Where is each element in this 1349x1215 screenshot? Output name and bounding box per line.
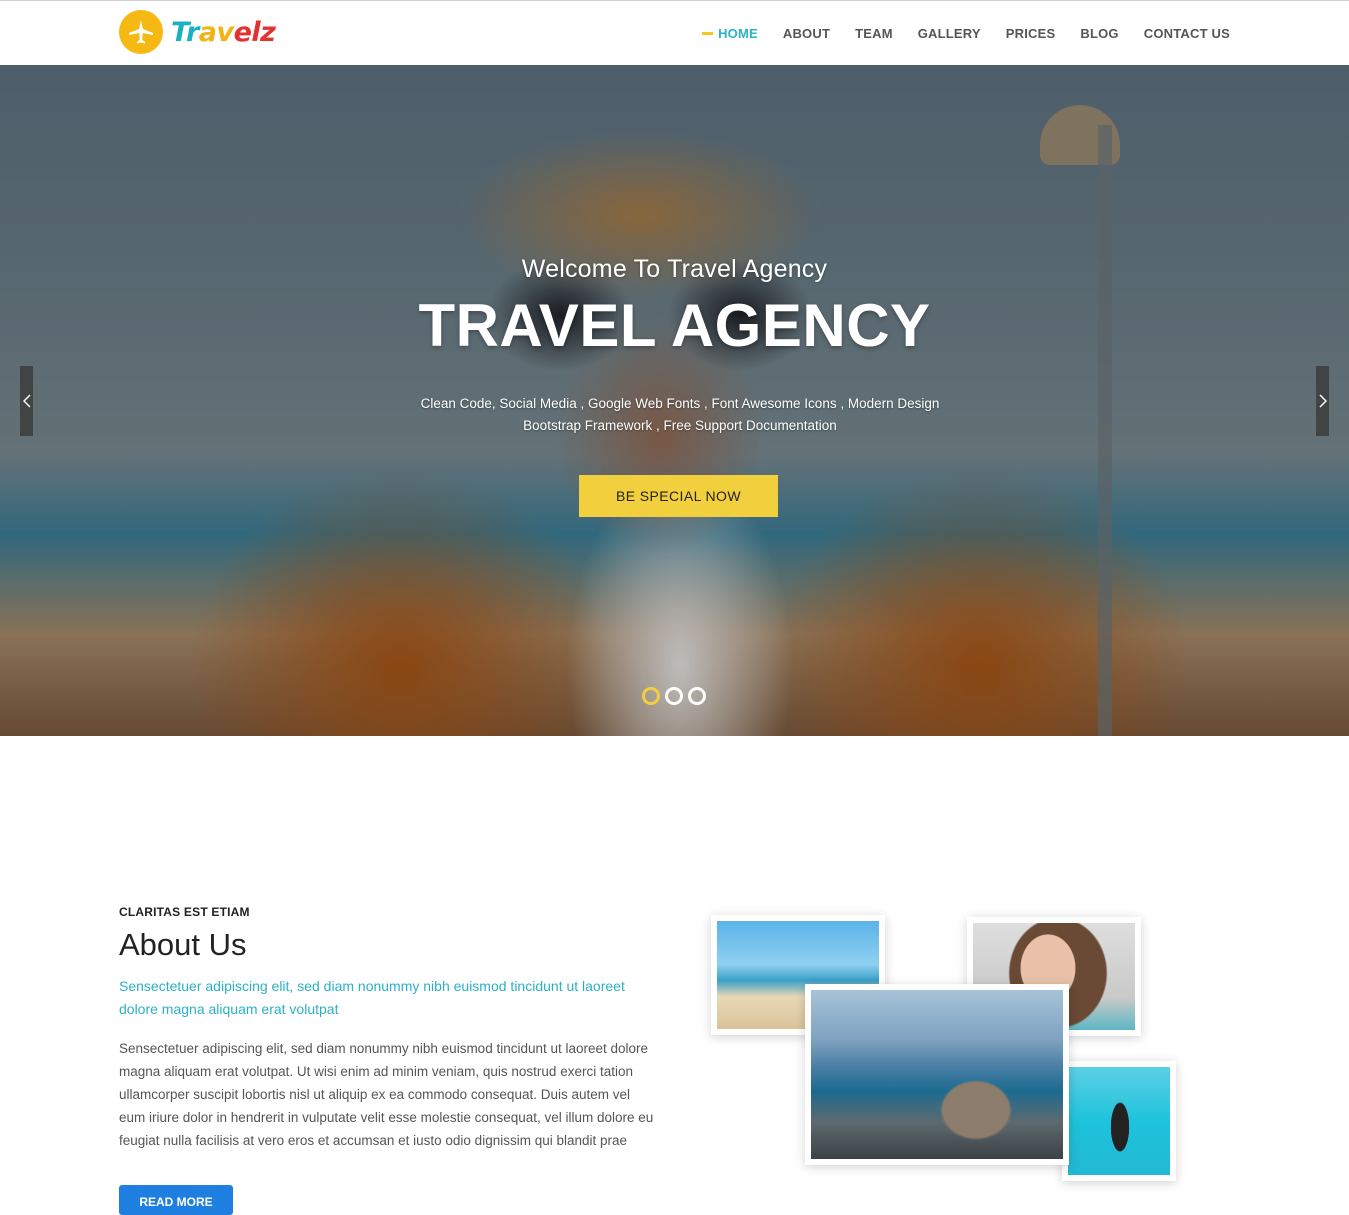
brand-name-part3: elz bbox=[233, 16, 276, 48]
nav-item-team[interactable]: TEAM bbox=[855, 26, 893, 41]
about-section: CLARITAS EST ETIAM About Us Sensectetuer… bbox=[119, 905, 659, 1152]
brand-name-part1: Tr bbox=[171, 16, 199, 48]
about-body: Sensectetuer adipiscing elit, sed diam n… bbox=[119, 1041, 654, 1148]
nav-item-label: HOME bbox=[718, 25, 758, 41]
slider-dot-2[interactable] bbox=[665, 687, 683, 705]
slider-dot-3[interactable] bbox=[688, 687, 706, 705]
site-header: Travelz HOME ABOUT TEAM GALLERY PRICES B… bbox=[0, 1, 1349, 65]
chevron-left-icon bbox=[22, 394, 31, 408]
photo-image bbox=[811, 990, 1063, 1159]
about-lead: Sensectetuer adipiscing elit, sed diam n… bbox=[119, 978, 625, 1017]
brand-name: Travelz bbox=[171, 16, 276, 48]
read-more-button[interactable]: READ MORE bbox=[119, 1185, 233, 1215]
nav-item-about[interactable]: ABOUT bbox=[783, 26, 830, 41]
slider-prev-button[interactable] bbox=[20, 366, 33, 436]
nav-item-gallery[interactable]: GALLERY bbox=[918, 26, 981, 41]
slider-next-button[interactable] bbox=[1316, 366, 1329, 436]
hero-title: TRAVEL AGENCY bbox=[418, 292, 931, 359]
be-special-now-button[interactable]: BE SPECIAL NOW bbox=[579, 475, 778, 517]
nav-item-blog[interactable]: BLOG bbox=[1080, 26, 1118, 41]
hero-subtitle: Welcome To Travel Agency bbox=[521, 255, 828, 283]
airplane-icon bbox=[119, 10, 163, 54]
nav-item-prices[interactable]: PRICES bbox=[1006, 26, 1056, 41]
main-nav: HOME ABOUT TEAM GALLERY PRICES BLOG CONT… bbox=[677, 1, 1230, 65]
photo-image bbox=[1068, 1067, 1170, 1175]
slider-dot-1[interactable] bbox=[642, 687, 660, 705]
active-indicator bbox=[702, 31, 714, 35]
about-title: About Us bbox=[119, 927, 247, 962]
hero-slider: Welcome To Travel Agency TRAVEL AGENCY C… bbox=[0, 65, 1349, 736]
brand-name-part2: av bbox=[198, 16, 234, 48]
chevron-right-icon bbox=[1318, 394, 1327, 408]
slider-pagination bbox=[642, 687, 711, 705]
gallery-photo-woman-hat-sea bbox=[1062, 1061, 1176, 1181]
logo[interactable]: Travelz bbox=[119, 10, 276, 54]
gallery-photo-stacked-stones-lake bbox=[805, 984, 1069, 1165]
about-kicker: CLARITAS EST ETIAM bbox=[119, 905, 250, 919]
nav-item-home[interactable]: HOME bbox=[702, 26, 758, 41]
hero-description: Clean Code, Social Media , Google Web Fo… bbox=[420, 396, 940, 433]
nav-item-contact-us[interactable]: CONTACT US bbox=[1144, 26, 1230, 41]
